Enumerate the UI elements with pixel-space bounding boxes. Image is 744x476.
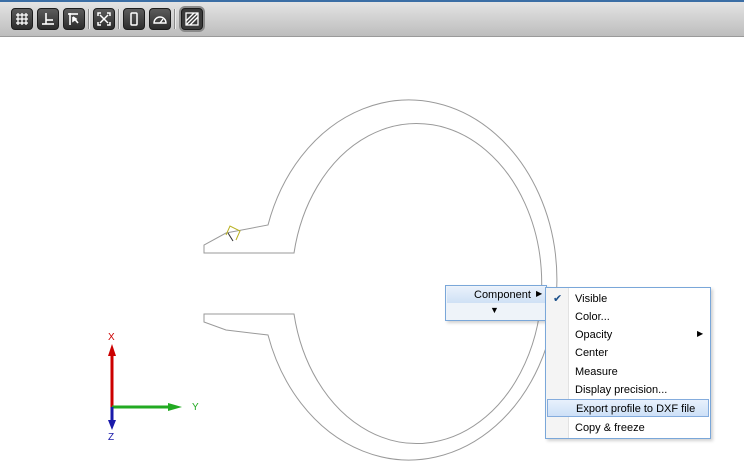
hatch-icon[interactable] [181, 8, 203, 30]
menu-item-label: Copy & freeze [575, 422, 645, 434]
grid-icon[interactable] [11, 8, 33, 30]
toolbar-separator [88, 9, 90, 29]
component-popup: Component ▶ ▼ [445, 285, 547, 321]
menu-item-measure[interactable]: Measure [547, 363, 709, 381]
submenu-arrow-icon: ▶ [536, 289, 543, 298]
select-arrow-icon[interactable] [63, 8, 85, 30]
menu-item-label: Export profile to DXF file [576, 403, 696, 415]
menu-item-visible[interactable]: ✔ Visible [547, 290, 709, 308]
y-axis-label: Y [192, 402, 199, 413]
protractor-icon[interactable] [149, 8, 171, 30]
axis-triad: X Y Z [108, 332, 199, 443]
menu-item-label: Visible [575, 293, 608, 305]
menu-item-export-dxf[interactable]: Export profile to DXF file [547, 399, 709, 417]
menu-item-display-precision[interactable]: Display precision... [547, 381, 709, 399]
component-label: Component [474, 289, 531, 301]
menu-item-color[interactable]: Color... [547, 308, 709, 326]
menu-item-copy-freeze[interactable]: Copy & freeze [547, 419, 709, 437]
menu-item-label: Display precision... [575, 384, 668, 396]
menu-item-label: Color... [575, 311, 610, 323]
dimension-marker [225, 225, 241, 242]
perpendicular-icon[interactable] [37, 8, 59, 30]
submenu-arrow-icon: ▶ [697, 329, 704, 338]
z-axis-label: Z [108, 432, 114, 443]
context-menu: ✔ Visible Color... Opacity ▶ Center Meas… [545, 287, 711, 439]
menu-item-center[interactable]: Center [547, 344, 709, 362]
toolbar-separator [174, 9, 176, 29]
check-icon: ✔ [553, 293, 563, 305]
component-menu-item[interactable]: Component ▶ [447, 287, 545, 303]
x-axis-label: X [108, 332, 115, 343]
toolbar [0, 0, 744, 37]
menu-item-opacity[interactable]: Opacity ▶ [547, 326, 709, 344]
menu-item-label: Center [575, 347, 609, 359]
column-view-icon[interactable] [123, 8, 145, 30]
fit-view-icon[interactable] [93, 8, 115, 30]
toolbar-separator [118, 9, 120, 29]
menu-item-label: Measure [575, 366, 618, 378]
menu-item-label: Opacity [575, 329, 613, 341]
clamp-profile[interactable] [203, 99, 558, 461]
expand-arrow-icon[interactable]: ▼ [490, 305, 499, 315]
window-top-accent [0, 0, 744, 2]
